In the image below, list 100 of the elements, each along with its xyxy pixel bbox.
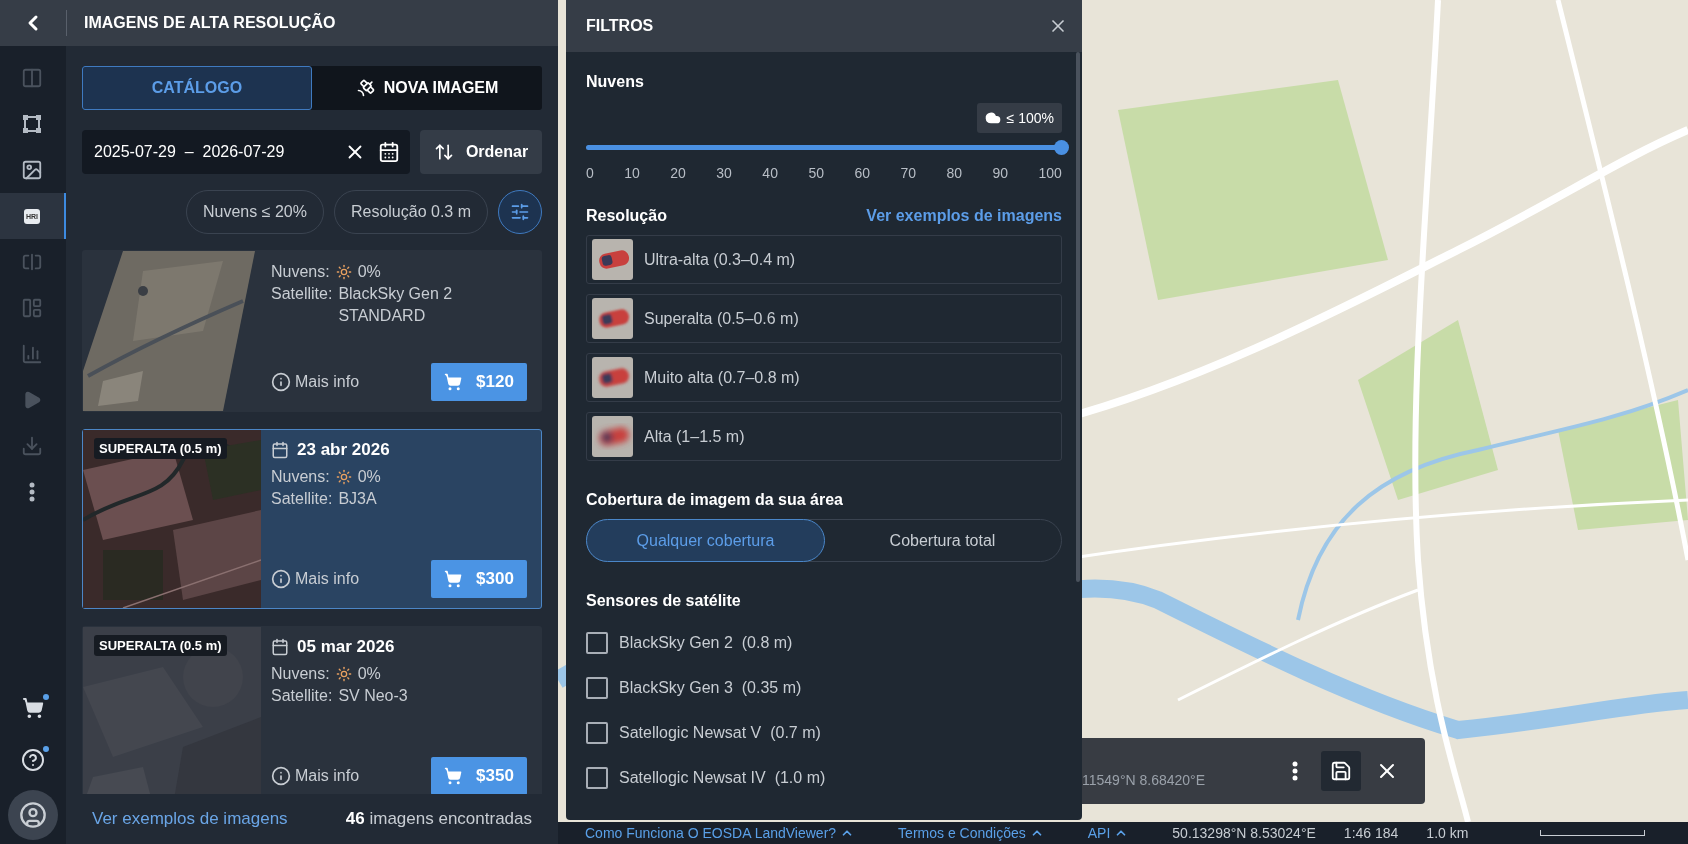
sliders-icon xyxy=(510,202,530,222)
car-thumbnail-icon xyxy=(592,416,633,457)
image-card[interactable]: Nuvens: 0% Satellite: BlackSky Gen 2 STANDARD Mais info $120 xyxy=(82,250,542,412)
tick-label: 60 xyxy=(854,165,870,181)
user-icon xyxy=(19,801,47,829)
section-label: Resolução xyxy=(586,207,667,225)
more-info-link[interactable]: Mais info xyxy=(271,766,360,786)
tick-label: 40 xyxy=(762,165,778,181)
image-date: 23 abr 2026 xyxy=(297,440,390,460)
cart-icon xyxy=(22,697,44,719)
cart-icon xyxy=(444,767,463,785)
satellite-label: Satellite: xyxy=(271,284,333,304)
scrollbar[interactable] xyxy=(1076,52,1080,582)
sensor-label: Satellogic Newsat V (0.7 m) xyxy=(619,723,821,742)
checkbox[interactable] xyxy=(586,766,608,789)
date-range-picker[interactable]: 2025-07-29 – 2026-07-29 xyxy=(82,130,410,174)
more-icon xyxy=(29,482,35,502)
save-icon xyxy=(1330,760,1352,782)
cart-icon xyxy=(444,570,463,588)
notification-dot xyxy=(43,694,49,700)
sun-icon xyxy=(335,666,352,682)
resolution-option[interactable]: Superalta (0.5–0.6 m) xyxy=(586,294,1062,343)
sensor-label: Satellogic Newsat IV (1.0 m) xyxy=(619,768,826,787)
image-card[interactable]: SUPERALTA (0.5 m) 05 mar 2026 Nuvens: 0% Satellite: SV Neo-3 Mais info $350 xyxy=(82,626,542,794)
footer-link[interactable]: API xyxy=(1087,825,1129,841)
clouds-value: 0% xyxy=(357,262,381,282)
clouds-label: Nuvens: xyxy=(271,262,330,282)
tick-label: 70 xyxy=(900,165,916,181)
tick-label: 0 xyxy=(586,165,594,181)
filters-title: FILTROS xyxy=(586,17,654,35)
clouds-label: Nuvens: xyxy=(271,664,330,684)
tick-label: 10 xyxy=(624,165,640,181)
car-thumbnail-icon xyxy=(592,298,633,339)
satellite-value: SV Neo-3 xyxy=(338,686,409,706)
scale-distance: 1.0 km xyxy=(1426,825,1469,841)
more-info-link[interactable]: Mais info xyxy=(271,372,360,392)
sort-icon xyxy=(433,142,454,162)
clouds-label: Nuvens: xyxy=(271,467,330,487)
notification-dot xyxy=(43,746,49,752)
filters-button[interactable] xyxy=(498,190,542,234)
coverage-option[interactable]: Qualquer cobertura xyxy=(586,519,825,562)
tick-label: 80 xyxy=(946,165,963,181)
checkbox[interactable] xyxy=(586,721,608,744)
satellite-label: Satellite: xyxy=(271,489,333,509)
calendar-icon xyxy=(271,638,289,656)
tick-label: 20 xyxy=(670,165,686,181)
calendar-icon[interactable] xyxy=(378,141,400,163)
sort-button[interactable]: Ordenar xyxy=(420,130,542,174)
tick-label: 90 xyxy=(992,165,1009,181)
examples-link[interactable]: Ver exemplos de imagens xyxy=(92,809,288,829)
cloud-icon xyxy=(984,110,1001,126)
more-info-link[interactable]: Mais info xyxy=(271,569,360,589)
tick-label: 100 xyxy=(1038,165,1062,181)
slider-thumb[interactable] xyxy=(1054,140,1069,155)
cart-icon xyxy=(444,373,463,391)
examples-link[interactable]: Ver exemplos de imagens xyxy=(866,207,1062,225)
resolution-option[interactable]: Muito alta (0.7–0.8 m) xyxy=(586,353,1062,402)
car-thumbnail-icon xyxy=(592,239,633,280)
checkbox[interactable] xyxy=(586,676,608,699)
bar-chart-icon xyxy=(21,343,43,365)
resolution-option[interactable]: Alta (1–1.5 m) xyxy=(586,412,1062,461)
car-thumbnail-icon xyxy=(592,357,633,398)
more-icon xyxy=(1292,761,1298,781)
checkbox[interactable] xyxy=(586,631,608,654)
help-icon xyxy=(21,748,45,772)
footer-link[interactable]: Como Funciona O EOSDA LandViewer? xyxy=(585,825,855,841)
sun-icon xyxy=(335,264,352,280)
results-count: 46 imagens encontradas xyxy=(345,809,532,829)
resolution-badge: SUPERALTA (0.5 m) xyxy=(94,635,227,656)
play-icon xyxy=(22,390,42,410)
info-icon xyxy=(271,766,291,786)
split-icon xyxy=(21,251,43,273)
section-label: Nuvens xyxy=(586,73,645,91)
satellite-label: Satellite: xyxy=(271,686,333,706)
image-icon xyxy=(21,159,43,181)
footer-link[interactable]: Termos e Condições xyxy=(898,825,1044,841)
satellite-value: BJ3A xyxy=(338,489,378,509)
selection-square-icon xyxy=(21,113,43,135)
info-icon xyxy=(271,569,291,589)
calendar-icon xyxy=(271,441,289,459)
resolution-badge: SUPERALTA (0.5 m) xyxy=(94,438,227,459)
clouds-value: 0% xyxy=(357,664,381,684)
sun-icon xyxy=(335,469,352,485)
info-icon xyxy=(271,372,291,392)
date-range-field[interactable]: 2025-07-29 – 2026-07-29 xyxy=(92,142,332,162)
tab[interactable]: NOVA IMAGEM xyxy=(312,66,542,110)
resolution-option[interactable]: Ultra-alta (0.3–0.4 m) xyxy=(586,235,1062,284)
tab[interactable]: CATÁLOGO xyxy=(82,66,312,110)
save-button[interactable] xyxy=(1321,751,1361,791)
popup-coordinates: 11549°N 8.68420°E xyxy=(1082,772,1206,788)
coverage-option[interactable]: Cobertura total xyxy=(823,519,1062,562)
image-card[interactable]: SUPERALTA (0.5 m) 23 abr 2026 Nuvens: 0% Satellite: BJ3A Mais info $300 xyxy=(82,429,542,609)
tick-label: 50 xyxy=(808,165,824,181)
panel-title: IMAGENS DE ALTA RESOLUÇÃO xyxy=(84,14,336,32)
layout-icon xyxy=(21,297,43,319)
satellite-value: BlackSky Gen 2 STANDARD xyxy=(338,284,454,326)
compare-icon xyxy=(21,67,43,89)
download-icon xyxy=(21,435,43,457)
cursor-coordinates: 50.13298°N 8.53024°E xyxy=(1172,825,1316,841)
section-label: Cobertura de imagem da sua área xyxy=(586,491,844,509)
